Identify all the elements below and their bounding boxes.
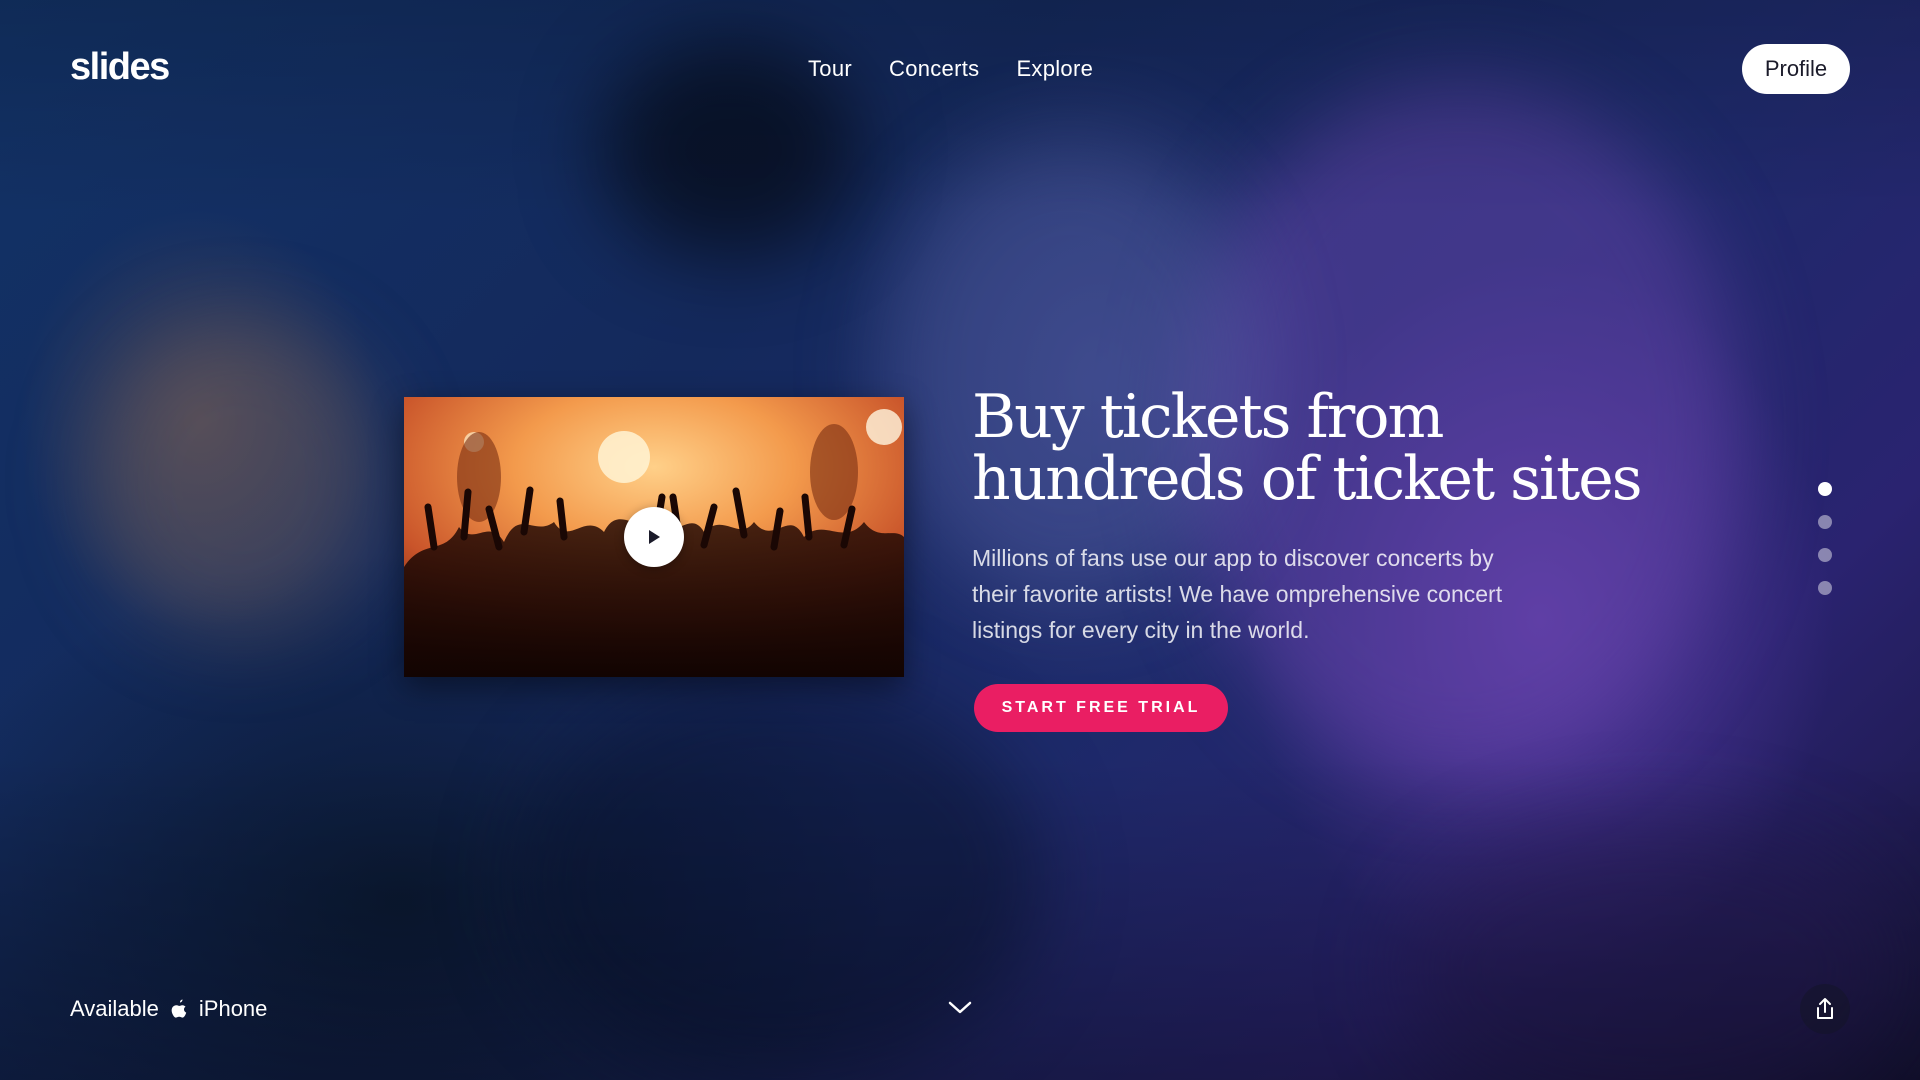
- hero-background-image: [0, 0, 1920, 1080]
- video-thumbnail[interactable]: [404, 397, 904, 677]
- nav-item-explore[interactable]: Explore: [1016, 56, 1093, 82]
- slide-pagination: [1818, 482, 1832, 595]
- play-button[interactable]: [624, 507, 684, 567]
- hero-headline-line-2: hundreds of ticket sites: [972, 444, 1643, 514]
- available-label: Available: [70, 996, 159, 1021]
- share-icon: [1817, 998, 1833, 1019]
- main-nav: Tour Concerts Explore: [808, 56, 1130, 82]
- hero-headline-line-1: Buy tickets from: [972, 382, 1444, 452]
- chevron-down-icon: [948, 1001, 972, 1014]
- slide-dot-1[interactable]: [1818, 482, 1832, 496]
- app-availability[interactable]: Available iPhone: [70, 996, 267, 1022]
- scroll-down-button[interactable]: [946, 998, 974, 1018]
- start-free-trial-button[interactable]: START FREE TRIAL: [974, 684, 1228, 732]
- apple-icon: [169, 997, 189, 1021]
- slide-dot-4[interactable]: [1818, 581, 1832, 595]
- share-button[interactable]: [1800, 984, 1850, 1034]
- nav-item-concerts[interactable]: Concerts: [889, 56, 979, 82]
- slide-dot-3[interactable]: [1818, 548, 1832, 562]
- play-icon: [649, 530, 660, 544]
- hero-description: Millions of fans use our app to discover…: [972, 545, 1503, 643]
- brand-logo[interactable]: slides: [70, 46, 170, 89]
- hero-headline: Buy tickets from hundreds of ticket site…: [972, 382, 1643, 514]
- platform-label: iPhone: [198, 996, 268, 1021]
- slide-dot-2[interactable]: [1818, 515, 1832, 529]
- nav-item-tour[interactable]: Tour: [808, 56, 852, 82]
- profile-button[interactable]: Profile: [1742, 44, 1850, 94]
